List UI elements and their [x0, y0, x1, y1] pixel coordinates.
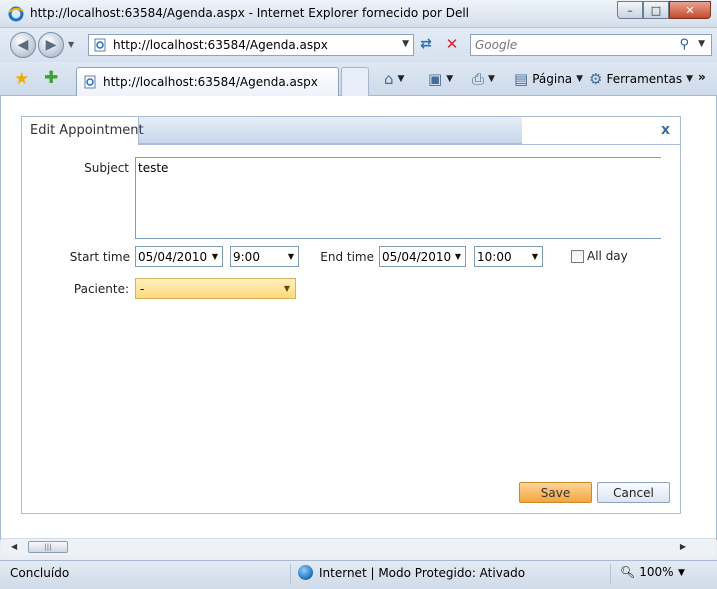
search-box: ⚲ ▼ — [470, 34, 712, 56]
search-options-dropdown[interactable]: ▼ — [698, 39, 705, 49]
tools-gear-icon: ⚙ — [589, 70, 603, 88]
chevron-down-icon: ▼ — [454, 252, 461, 261]
page-menu-label: Página — [532, 72, 573, 86]
refresh-icon[interactable]: ⇄ — [416, 36, 436, 54]
address-bar[interactable]: http://localhost:63584/Agenda.aspx ▼ — [88, 34, 414, 56]
subject-label: Subject — [84, 161, 129, 175]
status-bar: Concluído Internet | Modo Protegido: Ati… — [0, 560, 717, 589]
dialog-title-tab: Edit Appointment — [22, 117, 144, 145]
window-titlebar: http://localhost:63584/Agenda.aspx - Int… — [0, 0, 717, 28]
paciente-value: - — [140, 282, 145, 296]
chevron-down-icon: ▼ — [531, 252, 538, 261]
minimize-button[interactable]: – — [617, 1, 643, 19]
home-icon: ⌂ — [384, 70, 394, 88]
zoom-icon: 🔍︎ — [620, 565, 636, 579]
status-text: Concluído — [10, 566, 70, 580]
search-input[interactable] — [475, 37, 665, 53]
stop-icon[interactable]: ✕ — [442, 35, 462, 53]
page-menu-icon: ▤ — [514, 70, 529, 88]
recent-pages-dropdown[interactable]: ▼ — [68, 40, 74, 49]
end-time-value: 10:00 — [477, 250, 512, 264]
forward-arrow-icon: ▶ — [45, 37, 57, 53]
navigation-bar: ◀ ▶ ▼ http://localhost:63584/Agenda.aspx… — [0, 28, 717, 62]
feeds-icon: ▣ — [428, 70, 443, 88]
tools-menu-label: Ferramentas — [606, 72, 683, 86]
search-icon[interactable]: ⚲ — [679, 37, 689, 52]
print-icon: ⎙ — [472, 70, 485, 88]
all-day-label: All day — [587, 249, 628, 263]
add-favorites-icon[interactable]: ✚ — [44, 68, 58, 88]
dialog-close-icon[interactable]: x — [661, 122, 670, 138]
all-day-checkbox[interactable] — [571, 250, 584, 263]
chevron-down-icon: ▼ — [211, 252, 218, 261]
save-button[interactable]: Save — [519, 482, 592, 503]
window-controls: – □ ✕ — [617, 1, 711, 19]
edit-appointment-dialog: Edit Appointment x Subject teste Start t… — [21, 116, 681, 514]
scroll-left-icon[interactable]: ◀ — [11, 542, 17, 551]
scroll-thumb[interactable]: ||| — [28, 541, 68, 553]
dialog-title: Edit Appointment — [30, 123, 144, 138]
back-arrow-icon: ◀ — [17, 37, 29, 53]
zoom-dropdown[interactable]: ▼ — [678, 568, 685, 578]
close-window-button[interactable]: ✕ — [669, 1, 711, 19]
horizontal-scrollbar[interactable]: ◀ ||| ▶ — [1, 538, 716, 555]
feeds-button[interactable]: ▣ ▼ — [428, 70, 453, 88]
tab-label: http://localhost:63584/Agenda.aspx — [103, 75, 318, 89]
start-date-value: 05/04/2010 — [138, 250, 208, 264]
security-zone-label: Internet | Modo Protegido: Ativado — [319, 565, 526, 580]
page-icon — [94, 38, 106, 52]
globe-icon — [298, 565, 313, 580]
page-menu-button[interactable]: ▤ Página ▼ — [514, 70, 583, 88]
forward-button[interactable]: ▶ — [38, 32, 64, 58]
address-url: http://localhost:63584/Agenda.aspx — [113, 38, 328, 52]
end-time-picker[interactable]: 10:00 ▼ — [474, 246, 543, 267]
zoom-control[interactable]: 🔍︎ 100% — [620, 565, 674, 579]
chevron-down-icon: ▼ — [287, 252, 294, 261]
page-content: Edit Appointment x Subject teste Start t… — [0, 96, 717, 540]
print-button[interactable]: ⎙ ▼ — [472, 70, 495, 88]
cancel-button[interactable]: Cancel — [597, 482, 670, 503]
back-button[interactable]: ◀ — [10, 32, 36, 58]
end-time-label: End time — [320, 250, 374, 264]
maximize-button[interactable]: □ — [643, 1, 669, 19]
start-time-label: Start time — [69, 250, 130, 264]
subject-field[interactable]: teste — [135, 157, 661, 239]
tools-menu-button[interactable]: ⚙ Ferramentas ▼ — [589, 70, 693, 88]
security-zone[interactable]: Internet | Modo Protegido: Ativado — [298, 565, 525, 580]
scroll-right-icon[interactable]: ▶ — [680, 542, 686, 551]
paciente-label: Paciente: — [73, 282, 129, 296]
new-tab-button[interactable] — [341, 67, 369, 96]
chevron-down-icon: ▼ — [283, 284, 290, 293]
start-time-picker[interactable]: 9:00 ▼ — [230, 246, 299, 267]
ie-logo-icon — [8, 6, 24, 22]
start-time-value: 9:00 — [233, 250, 260, 264]
browser-tab[interactable]: http://localhost:63584/Agenda.aspx — [76, 67, 339, 96]
tab-command-bar: ★ ✚ http://localhost:63584/Agenda.aspx ⌂… — [0, 62, 717, 96]
end-date-picker[interactable]: 05/04/2010 ▼ — [379, 246, 466, 267]
page-icon — [84, 75, 96, 89]
subject-input[interactable]: teste — [136, 158, 661, 238]
home-button[interactable]: ⌂ ▼ — [384, 70, 404, 88]
end-date-value: 05/04/2010 — [382, 250, 452, 264]
address-dropdown[interactable]: ▼ — [402, 39, 409, 49]
favorites-star-icon[interactable]: ★ — [14, 69, 29, 89]
window-title: http://localhost:63584/Agenda.aspx - Int… — [30, 6, 469, 20]
paciente-dropdown[interactable]: - ▼ — [135, 278, 296, 299]
more-commands-button[interactable]: » — [698, 70, 706, 84]
zoom-level: 100% — [639, 565, 674, 579]
start-date-picker[interactable]: 05/04/2010 ▼ — [135, 246, 223, 267]
